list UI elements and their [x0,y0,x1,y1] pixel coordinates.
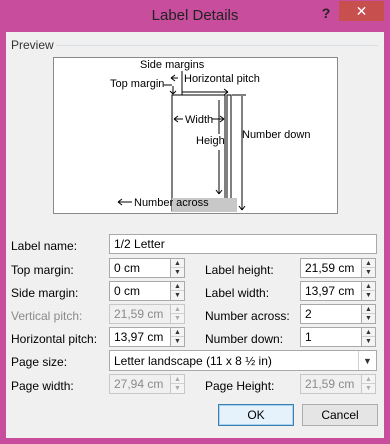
spin-up-arrow-icon: ▲ [171,305,184,314]
label-height-input[interactable]: 21,59 cm [300,258,362,278]
spin-up-arrow-icon[interactable]: ▲ [362,259,375,268]
preview-number-down-label: Number down [242,129,310,141]
spin-up-arrow-icon: ▲ [362,375,375,384]
preview-side-margins-label: Side margins [140,59,205,71]
label-width-label: Label width: [205,286,270,300]
side-margin-label: Side margin: [11,286,79,300]
spin-down-arrow-icon[interactable]: ▼ [362,291,375,300]
spin-down-arrow-icon[interactable]: ▼ [362,268,375,277]
page-width-label: Page width: [11,379,74,393]
top-margin-label: Top margin: [11,263,74,277]
number-across-spinner[interactable]: ▲ ▼ [361,304,376,324]
preview-diagram: Side margins Horizontal pitch Top margin [110,59,310,212]
spin-down-arrow-icon[interactable]: ▼ [362,314,375,323]
page-size-value: Letter landscape (11 x 8 ½ in) [114,354,272,368]
spin-down-arrow-icon[interactable]: ▼ [362,337,375,346]
number-down-label: Number down: [205,332,284,346]
top-margin-spinner[interactable]: ▲ ▼ [170,258,185,278]
dialog-body: Preview Side margins Horizontal pitch To… [6,32,384,438]
preview-number-across-label: Number across [134,197,209,209]
page-height-input: 21,59 cm [300,374,362,394]
side-margin-input[interactable]: 0 cm [109,281,171,301]
vertical-pitch-label: Vertical pitch: [11,309,83,323]
horizontal-pitch-spinner[interactable]: ▲ ▼ [170,327,185,347]
ok-button[interactable]: OK [218,404,294,426]
spin-down-arrow-icon: ▼ [174,315,181,322]
vertical-pitch-spinner: ▲ ▼ [170,304,185,324]
spin-up-arrow-icon[interactable]: ▲ [362,328,375,337]
top-margin-input[interactable]: 0 cm [109,258,171,278]
label-width-spinner[interactable]: ▲ ▼ [361,281,376,301]
spin-up-arrow-icon[interactable]: ▲ [362,305,375,314]
close-button[interactable]: ✕ [339,1,384,21]
preview-panel: Side margins Horizontal pitch Top margin [53,57,338,214]
horizontal-pitch-input[interactable]: 13,97 cm [109,327,171,347]
title-bar: Label Details ? ✕ [0,0,390,32]
spin-down-arrow-icon[interactable]: ▼ [171,291,184,300]
cancel-button[interactable]: Cancel [302,404,378,426]
label-height-spinner[interactable]: ▲ ▼ [361,258,376,278]
side-margin-spinner[interactable]: ▲ ▼ [170,281,185,301]
label-name-label: Label name: [11,239,78,253]
number-across-label: Number across: [205,309,290,323]
spin-up-arrow-icon[interactable]: ▲ [171,328,184,337]
page-size-label: Page size: [11,355,68,369]
help-button[interactable]: ? [313,2,339,24]
horizontal-pitch-label: Horizontal pitch: [11,332,98,346]
page-height-label: Page Height: [205,379,275,393]
spin-down-arrow-icon[interactable]: ▼ [171,337,184,346]
spin-up-arrow-icon[interactable]: ▲ [171,259,184,268]
spin-down-arrow-icon[interactable]: ▼ [171,268,184,277]
number-down-spinner[interactable]: ▲ ▼ [361,327,376,347]
page-height-spinner: ▲ ▼ [361,374,376,394]
page-width-spinner: ▲ ▼ [170,374,185,394]
label-name-input[interactable]: 1/2 Letter [109,234,377,254]
vertical-pitch-input: 21,59 cm [109,304,171,324]
preview-number-across: Number across [117,197,209,209]
number-down-input[interactable]: 1 [300,327,362,347]
preview-width-label: Width [185,114,213,126]
number-across-input[interactable]: 2 [300,304,362,324]
preview-group-line [56,45,378,46]
spin-up-arrow-icon[interactable]: ▲ [171,282,184,291]
spin-up-arrow-icon[interactable]: ▲ [362,282,375,291]
page-width-input: 27,94 cm [109,374,171,394]
spin-up-arrow-icon: ▲ [171,375,184,384]
chevron-down-icon[interactable]: ▼ [358,351,376,370]
preview-height-label: Heigh [196,135,225,147]
spin-down-arrow-icon: ▼ [365,385,372,392]
spin-down-arrow-icon: ▼ [174,385,181,392]
label-width-input[interactable]: 13,97 cm [300,281,362,301]
label-height-label: Label height: [205,263,274,277]
preview-legend: Preview [11,38,54,52]
preview-horizontal-pitch-label: Horizontal pitch [184,73,260,85]
preview-top-margin-label: Top margin [110,78,164,90]
page-size-select[interactable]: Letter landscape (11 x 8 ½ in) ▼ [109,350,377,371]
